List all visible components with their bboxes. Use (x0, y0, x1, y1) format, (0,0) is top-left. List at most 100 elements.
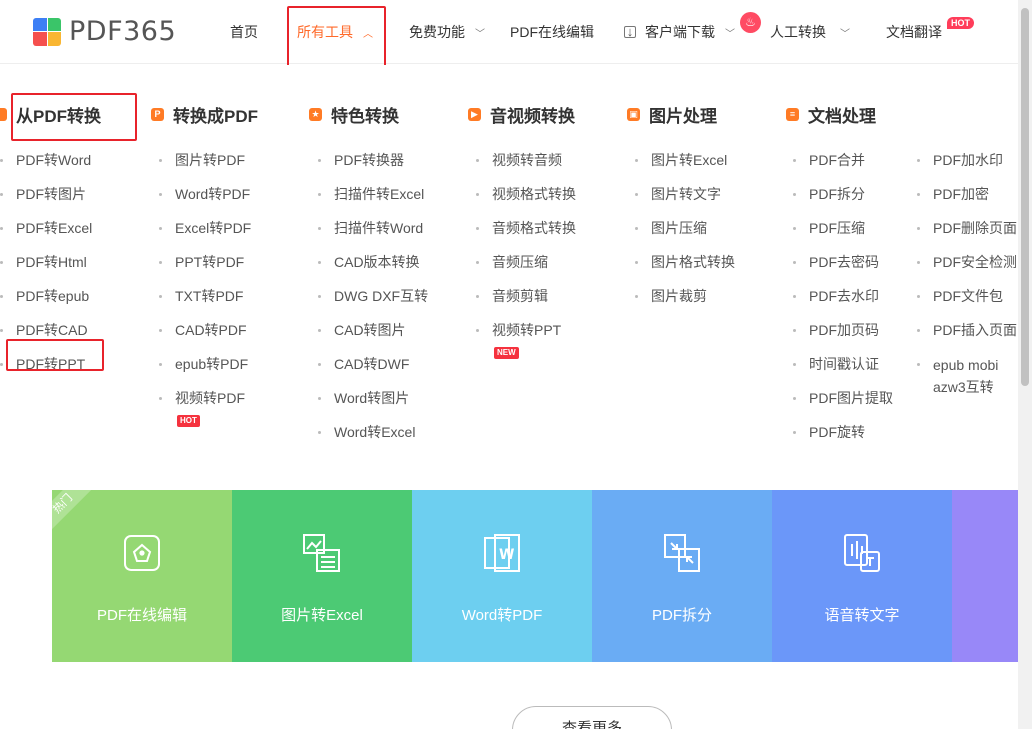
menu-item[interactable]: 图片裁剪 (635, 286, 735, 320)
menu-item[interactable]: PDF拆分 (793, 184, 893, 218)
menu-item[interactable]: 音频压缩 (476, 252, 576, 286)
menu-item[interactable]: Word转图片 (318, 388, 428, 422)
nav-manual[interactable]: 人工转换 ﹀ (770, 22, 850, 42)
menu-item[interactable]: 扫描件转Word (318, 218, 428, 252)
tool-card-pdf-edit[interactable]: 热门 PDF在线编辑 (52, 490, 232, 662)
menu-item[interactable]: PDF压缩 (793, 218, 893, 252)
menu-col-special: ★ 特色转换 PDF转换器 扫描件转Excel 扫描件转Word CAD版本转换… (309, 103, 428, 456)
menu-item[interactable]: 视频转PPT (476, 320, 576, 354)
menu-col-doc: ≡ 文档处理 PDF合并 PDF拆分 PDF压缩 PDF去密码 PDF去水印 P… (786, 103, 893, 456)
menu-item[interactable]: PDF去密码 (793, 252, 893, 286)
nav-translate[interactable]: 文档翻译 (886, 22, 942, 42)
tool-card-label: 语音转文字 (824, 607, 900, 624)
convert-icon (0, 107, 7, 121)
nav-manual-label: 人工转换 (770, 24, 826, 40)
voice-text-icon (841, 532, 883, 574)
menu-item[interactable]: 视频格式转换 (476, 184, 576, 218)
tool-card-more[interactable]: P (952, 490, 1018, 662)
menu-item[interactable]: PDF合并 (793, 150, 893, 184)
menu-item[interactable]: PDF文件包 (917, 286, 1027, 320)
menu-item[interactable]: 图片转PDF (159, 150, 258, 184)
menu-item[interactable]: PDF加密 (917, 184, 1027, 218)
menu-item[interactable]: TXT转PDF (159, 286, 258, 320)
tool-card-pdf-split[interactable]: PDF拆分 (592, 490, 772, 662)
tool-card-label: PDF拆分 (651, 607, 712, 624)
svg-text:W: W (499, 547, 514, 563)
star-icon: ★ (309, 107, 322, 121)
menu-col-heading: P 转换成PDF (151, 103, 258, 126)
menu-item[interactable]: DWG DXF互转 (318, 286, 428, 320)
word-icon: W (481, 532, 523, 574)
menu-col-title: 图片处理 (649, 106, 717, 126)
menu-col-to-pdf: P 转换成PDF 图片转PDF Word转PDF Excel转PDF PPT转P… (151, 103, 258, 422)
menu-item[interactable]: 视频转PDF (159, 388, 258, 422)
menu-item[interactable]: 图片压缩 (635, 218, 735, 252)
menu-item[interactable]: 图片转文字 (635, 184, 735, 218)
nav-online-edit[interactable]: PDF在线编辑 (510, 22, 594, 42)
logo[interactable]: PDF365 (33, 16, 176, 47)
menu-item[interactable]: 视频转音频 (476, 150, 576, 184)
menu-item[interactable]: CAD转PDF (159, 320, 258, 354)
menu-item[interactable]: PDF加水印 (917, 150, 1027, 184)
menu-item[interactable]: PDF转Excel (0, 218, 101, 252)
menu-item[interactable]: 扫描件转Excel (318, 184, 428, 218)
menu-item[interactable]: PPT转PDF (159, 252, 258, 286)
menu-item[interactable]: PDF转Html (0, 252, 101, 286)
page-scrollbar[interactable] (1018, 0, 1032, 729)
fire-icon: ♨ (740, 12, 761, 33)
menu-col-image: ▣ 图片处理 图片转Excel 图片转文字 图片压缩 图片格式转换 图片裁剪 (627, 103, 735, 320)
menu-col-title: 转换成PDF (173, 106, 258, 126)
scrollbar-thumb[interactable] (1021, 8, 1029, 386)
menu-item[interactable]: PDF转图片 (0, 184, 101, 218)
chevron-down-icon: ﹀ (475, 28, 485, 40)
view-more-button[interactable]: 查看更多 (512, 706, 672, 729)
highlight-box-pdf-to-ppt (6, 339, 104, 371)
nav-download-label: 客户端下载 (645, 24, 715, 40)
tool-card-label: PDF在线编辑 (96, 607, 187, 624)
menu-item[interactable]: Excel转PDF (159, 218, 258, 252)
menu-item[interactable]: 图片转Excel (635, 150, 735, 184)
edit-icon (121, 532, 163, 574)
menu-item[interactable]: epub转PDF (159, 354, 258, 388)
menu-item[interactable]: PDF转换器 (318, 150, 428, 184)
nav-download[interactable]: ↓ 客户端下载 ﹀ (624, 22, 735, 42)
nav-translate-label: 文档翻译 (886, 24, 942, 40)
menu-item[interactable]: 图片格式转换 (635, 252, 735, 286)
split-icon (661, 532, 703, 574)
menu-col-heading: ≡ 文档处理 (786, 103, 893, 126)
nav-free[interactable]: 免费功能 ﹀ (409, 22, 485, 42)
menu-item[interactable]: PDF去水印 (793, 286, 893, 320)
nav-free-label: 免费功能 (409, 24, 465, 40)
menu-col-av: ▶ 音视频转换 视频转音频 视频格式转换 音频格式转换 音频压缩 音频剪辑 视频… (468, 103, 576, 354)
nav-home[interactable]: 首页 (230, 22, 258, 42)
hot-badge: HOT (947, 17, 974, 29)
menu-item[interactable]: epub mobi azw3互转 (917, 354, 1027, 398)
menu-item[interactable]: PDF转epub (0, 286, 101, 320)
menu-item[interactable]: 时间戳认证 (793, 354, 893, 388)
menu-item[interactable]: CAD版本转换 (318, 252, 428, 286)
tool-card-image-excel[interactable]: 图片转Excel (232, 490, 412, 662)
menu-col-doc-2: PDF加水印 PDF加密 PDF删除页面 PDF安全检测 PDF文件包 PDF插… (917, 150, 1027, 398)
menu-item[interactable]: 音频格式转换 (476, 218, 576, 252)
popular-tools-strip: 热门 PDF在线编辑 图片转Excel W Word转PDF PDF拆分 语音转… (52, 490, 1018, 662)
menu-item[interactable]: Word转Excel (318, 422, 428, 456)
menu-item[interactable]: 音频剪辑 (476, 286, 576, 320)
menu-item[interactable]: CAD转DWF (318, 354, 428, 388)
nav-home-label: 首页 (230, 24, 258, 40)
menu-item[interactable]: PDF旋转 (793, 422, 893, 456)
tool-card-word-pdf[interactable]: W Word转PDF (412, 490, 592, 662)
menu-item[interactable]: PDF加页码 (793, 320, 893, 354)
menu-item[interactable]: PDF安全检测 (917, 252, 1027, 286)
menu-item[interactable]: Word转PDF (159, 184, 258, 218)
chevron-down-icon: ﹀ (840, 28, 850, 40)
menu-item[interactable]: PDF插入页面 (917, 320, 1027, 354)
menu-item[interactable]: PDF图片提取 (793, 388, 893, 422)
to-pdf-icon: P (151, 107, 164, 121)
tool-card-label: 图片转Excel (281, 607, 363, 624)
hot-ribbon: 热门 (52, 490, 95, 536)
menu-item[interactable]: CAD转图片 (318, 320, 428, 354)
menu-item[interactable]: PDF转Word (0, 150, 101, 184)
tool-card-voice-text[interactable]: 语音转文字 (772, 490, 952, 662)
menu-col-title: 特色转换 (331, 106, 399, 126)
menu-item[interactable]: PDF删除页面 (917, 218, 1027, 252)
